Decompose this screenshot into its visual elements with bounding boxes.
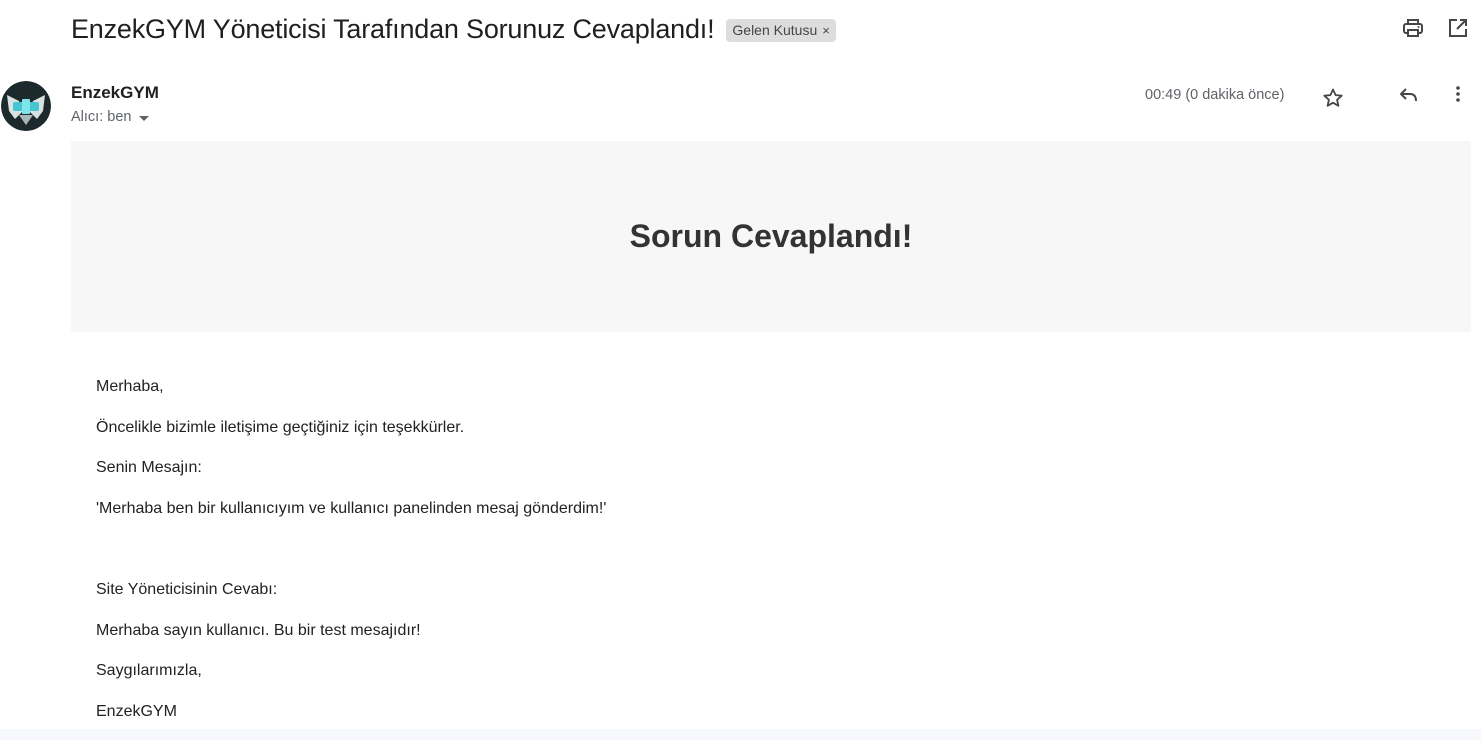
sender-avatar[interactable] bbox=[1, 81, 51, 131]
reply-icon-svg bbox=[1400, 88, 1417, 102]
avatar-logo bbox=[1, 81, 51, 131]
greeting-text: Merhaba, bbox=[96, 378, 164, 395]
sender-name[interactable]: EnzekGYM bbox=[71, 83, 159, 103]
signature-text: EnzekGYM bbox=[96, 703, 177, 720]
your-message-text: 'Merhaba ben bir kullanıcıyım ve kullanı… bbox=[96, 500, 607, 517]
remove-label-button[interactable]: × bbox=[822, 23, 830, 38]
bottom-strip bbox=[0, 729, 1481, 740]
email-subject-row: EnzekGYM Yöneticisi Tarafından Sorunuz C… bbox=[71, 11, 836, 47]
email-timestamp: 00:49 (0 dakika önce) bbox=[1145, 87, 1285, 103]
email-subject: EnzekGYM Yöneticisi Tarafından Sorunuz C… bbox=[71, 13, 715, 44]
reply-icon[interactable] bbox=[1397, 83, 1421, 107]
message-banner: Sorun Cevaplandı! bbox=[71, 141, 1471, 332]
label-chip-inbox[interactable]: Gelen Kutusu × bbox=[726, 18, 836, 42]
more-vert-icon-svg bbox=[1456, 86, 1460, 102]
print-icon[interactable] bbox=[1401, 16, 1425, 40]
caret-down-icon[interactable] bbox=[139, 115, 150, 121]
star-icon-svg bbox=[1323, 88, 1343, 107]
thanks-text: Öncelikle bizimle iletişime geçtiğiniz i… bbox=[96, 419, 465, 436]
banner-title: Sorun Cevaplandı! bbox=[629, 218, 913, 254]
open-in-new-window-icon-svg bbox=[1449, 19, 1467, 37]
label-chip-text: Gelen Kutusu bbox=[732, 22, 818, 38]
admin-reply-text: Merhaba sayın kullanıcı. Bu bir test mes… bbox=[96, 622, 421, 639]
more-vert-icon[interactable] bbox=[1446, 82, 1470, 106]
recipient-details-toggle[interactable]: Alıcı: ben bbox=[71, 109, 150, 125]
star-icon[interactable] bbox=[1321, 86, 1345, 110]
open-in-new-window-icon[interactable] bbox=[1446, 16, 1470, 40]
closing-text: Saygılarımızla, bbox=[96, 662, 202, 679]
recipient-text: Alıcı: ben bbox=[71, 109, 132, 125]
your-message-label: Senin Mesajın: bbox=[96, 459, 202, 476]
admin-reply-label: Site Yöneticisinin Cevabı: bbox=[96, 581, 278, 598]
print-icon-svg bbox=[1403, 19, 1423, 37]
